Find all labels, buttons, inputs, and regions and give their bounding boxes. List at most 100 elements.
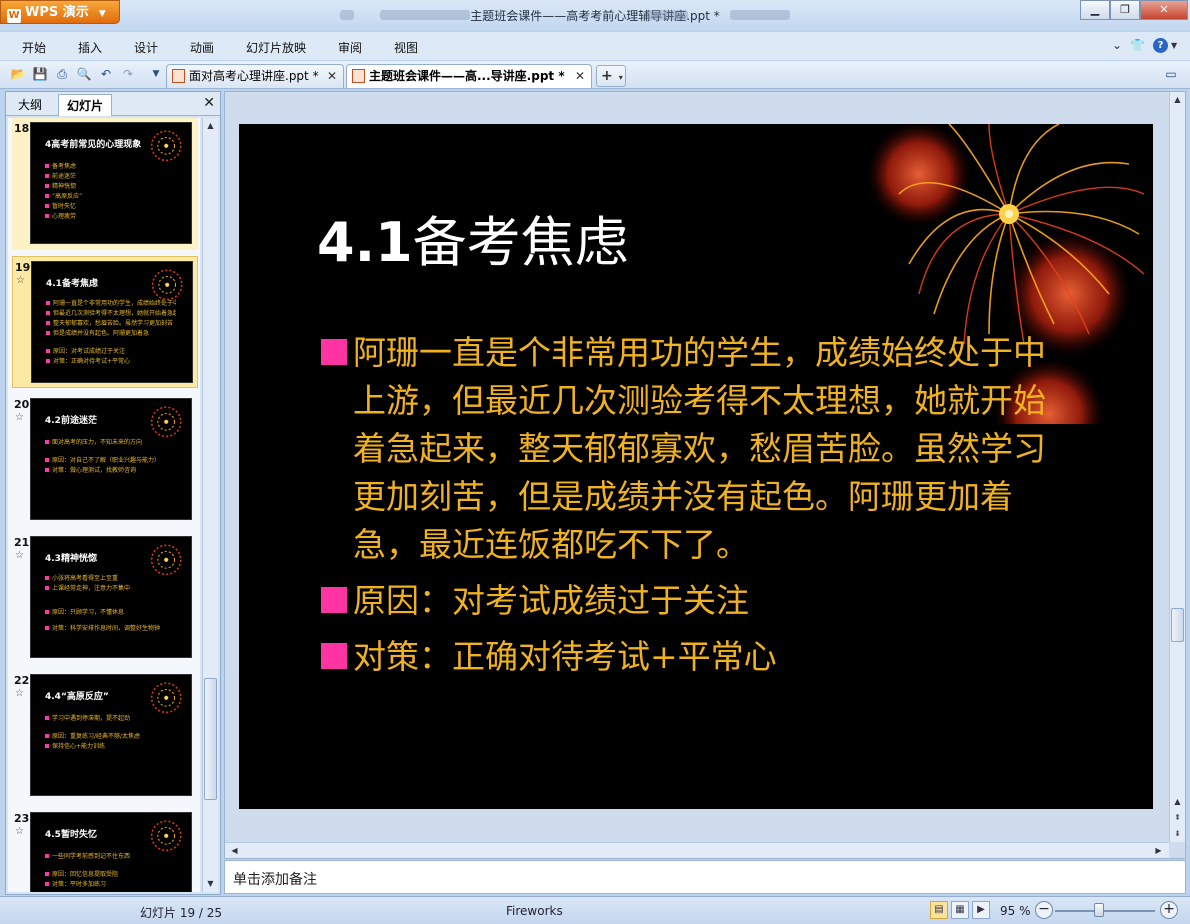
editor-horizontal-scrollbar[interactable]: ◀ ▶ (225, 842, 1169, 858)
scroll-down-icon[interactable]: ▼ (203, 876, 218, 891)
thumbnail-scrollbar[interactable]: ▲ ▼ (202, 118, 218, 892)
plus-icon: + (601, 68, 613, 84)
scroll-up-icon[interactable]: ▲ (1170, 92, 1185, 107)
bullet-cause: 原因：对考试成绩过于关注 (321, 577, 1051, 625)
scrollbar-thumb[interactable] (1171, 608, 1184, 642)
slide-sorter-button[interactable]: ▦ (951, 901, 969, 919)
tab-slides[interactable]: 幻灯片 (58, 94, 113, 116)
next-slide-icon[interactable]: ⇟ (1170, 826, 1185, 841)
title-bar: W WPS 演示 ▼ 主题班会课件——高考考前心理辅导讲座.ppt * ▁ ❐ ✕ (0, 0, 1190, 30)
scrollbar-thumb[interactable] (204, 678, 217, 800)
thumbnail-item[interactable]: 22 ☆ 4.4“高原反应” 学习中遇到停滞期，提不起劲 原因：重复练习/经典不… (12, 670, 198, 802)
thumbnail-title: 4.2前途迷茫 (45, 416, 97, 426)
chevron-down-icon: ▾ (618, 73, 623, 82)
minimize-icon: ▁ (1090, 3, 1100, 16)
maximize-button[interactable]: ❐ (1110, 0, 1140, 20)
save-icon[interactable]: 💾 (32, 66, 48, 82)
menu-item-insert[interactable]: 插入 (78, 39, 102, 56)
slide-title-text: 备考焦虑 (412, 211, 629, 274)
slide-thumbnail[interactable]: 4.3精神恍惚 小张将高考看得至上至重 上课经常走神，注意力不集中 原因：只顾学… (30, 536, 192, 658)
slide-thumbnail[interactable]: 4.1备考焦虑 阿珊一直是个非常用功的学生，成绩始终处于中上游 但最近几次测验考… (31, 261, 193, 383)
zoom-out-button[interactable]: − (1035, 901, 1053, 919)
editor-vertical-scrollbar[interactable]: ▲ ▲ ⇞ ⇟ (1169, 92, 1185, 842)
collapse-ribbon-icon[interactable]: ⌄ (1112, 38, 1122, 52)
document-tab-1[interactable]: 面对高考心理讲座.ppt * ✕ (166, 64, 344, 88)
animation-star-icon: ☆ (15, 412, 24, 423)
thumbnail-item[interactable]: 18 4高考前常见的心理现象 备考焦虑 前途迷茫 精神恍惚 “高原反应” 暂时失… (12, 118, 198, 250)
fireworks-icon (150, 544, 182, 576)
close-window-button[interactable]: ✕ (1140, 0, 1188, 20)
notes-pane[interactable]: 单击添加备注 (224, 860, 1186, 894)
normal-view-button[interactable]: ▤ (930, 901, 948, 919)
notes-placeholder: 单击添加备注 (233, 872, 317, 888)
menu-item-home[interactable]: 开始 (22, 39, 46, 56)
animation-star-icon: ☆ (15, 550, 24, 561)
ghost-text (648, 10, 688, 20)
fireworks-icon (150, 820, 182, 852)
thumbnail-line: 精神恍惚 (45, 181, 175, 190)
open-folder-icon[interactable]: 📂 (10, 66, 26, 82)
thumbnail-title: 4.3精神恍惚 (45, 554, 97, 564)
minus-icon: − (1038, 901, 1050, 917)
slide-thumbnail[interactable]: 4.2前途迷茫 面对高考的压力，不知未来的方向 原因：对自己不了解（职业兴趣与能… (30, 398, 192, 520)
bullet-strategy: 对策：正确对待考试+平常心 (321, 633, 1051, 681)
fireworks-icon (151, 269, 183, 301)
menu-item-view[interactable]: 视图 (394, 39, 418, 56)
help-icon[interactable]: ? (1153, 38, 1168, 53)
scroll-left-icon[interactable]: ◀ (227, 843, 242, 858)
slide-thumbnail[interactable]: 4.4“高原反应” 学习中遇到停滞期，提不起劲 原因：重复练习/经典不够/太焦虑… (30, 674, 192, 796)
close-icon: ✕ (1159, 3, 1169, 16)
zoom-in-button[interactable]: + (1160, 901, 1178, 919)
scroll-right-icon[interactable]: ▶ (1151, 843, 1166, 858)
thumbnail-item[interactable]: 23 ☆ 4.5暂时失忆 一些同学考前感到记不住东西 原因：回忆信息提取受阻 对… (12, 808, 198, 892)
tab-outline[interactable]: 大纲 (10, 94, 50, 116)
slide-thumbnail[interactable]: 4高考前常见的心理现象 备考焦虑 前途迷茫 精神恍惚 “高原反应” 暂时失忆 心… (30, 122, 192, 244)
print-preview-icon[interactable]: 🔍 (76, 66, 92, 82)
thumbnail-line: 原因：对自己不了解（职业兴趣与能力） (45, 455, 175, 464)
slideshow-button[interactable]: ▶ (972, 901, 990, 919)
current-slide[interactable]: 4.1备考焦虑 阿珊一直是个非常用功的学生，成绩始终处于中上游，但最近几次测验考… (239, 124, 1153, 809)
thumbnail-item[interactable]: 20 ☆ 4.2前途迷茫 面对高考的压力，不知未来的方向 原因：对自己不了解（职… (12, 394, 198, 526)
slide-body[interactable]: 阿珊一直是个非常用功的学生，成绩始终处于中上游，但最近几次测验考得不太理想，她就… (321, 329, 1051, 681)
document-tab-2[interactable]: 主题班会课件——高...导讲座.ppt * ✕ (346, 64, 592, 88)
zoom-slider-track[interactable] (1055, 910, 1155, 912)
thumbnail-number: 23 (14, 812, 30, 825)
window-layout-icon[interactable]: ▭ (1163, 66, 1179, 82)
thumbnail-item-selected[interactable]: 19 ☆ 4.1备考焦虑 阿珊一直是个非常用功的学生，成绩始终处于中上游 但最近… (12, 256, 198, 388)
previous-slide-icon[interactable]: ⇞ (1170, 810, 1185, 825)
scroll-up-icon[interactable]: ▲ (1170, 794, 1185, 809)
slide-thumbnail[interactable]: 4.5暂时失忆 一些同学考前感到记不住东西 原因：回忆信息提取受阻 对策：平时多… (30, 812, 192, 892)
menu-item-design[interactable]: 设计 (134, 39, 158, 56)
restore-icon: ❐ (1120, 3, 1130, 16)
slides-panel: 大纲 幻灯片 ✕ 18 4高考前常见的心理现象 备考焦虑 前途迷茫 精神恍惚 “… (5, 91, 221, 895)
zoom-slider-handle[interactable] (1094, 903, 1104, 917)
fireworks-icon (150, 682, 182, 714)
status-bar: 幻灯片 19 / 25 Fireworks ▤ ▦ ▶ 95 % − + (0, 896, 1190, 924)
close-panel-icon[interactable]: ✕ (203, 95, 215, 111)
scroll-up-icon[interactable]: ▲ (203, 118, 218, 133)
print-icon[interactable]: ⎙ (54, 66, 70, 82)
slide-title[interactable]: 4.1备考焦虑 (317, 198, 629, 277)
redo-icon[interactable]: ↷ (120, 66, 136, 82)
undo-icon[interactable]: ↶ (98, 66, 114, 82)
ppt-document-icon (172, 69, 185, 83)
thumbnail-line: 对策：做心理测试，找教师咨询 (45, 465, 175, 474)
ghost-text (730, 10, 790, 20)
close-tab-icon[interactable]: ✕ (575, 65, 585, 87)
thumbnail-line: 但是成绩并没有起色。阿珊更加着急 (46, 328, 176, 337)
thumbnail-line: 原因：回忆信息提取受阻 (45, 869, 175, 878)
thumbnail-item[interactable]: 21 ☆ 4.3精神恍惚 小张将高考看得至上至重 上课经常走神，注意力不集中 原… (12, 532, 198, 664)
thumbnail-line: 心理疲劳 (45, 211, 175, 220)
thumbnail-line: 暂时失忆 (45, 201, 175, 210)
menu-item-slideshow[interactable]: 幻灯片放映 (246, 39, 306, 56)
new-tab-button[interactable]: + ▾ (596, 65, 626, 87)
thumbnail-number: 20 (14, 398, 30, 411)
close-tab-icon[interactable]: ✕ (327, 65, 337, 87)
skin-icon[interactable]: 👕 (1130, 38, 1145, 52)
menu-item-animation[interactable]: 动画 (190, 39, 214, 56)
bullet-story: 阿珊一直是个非常用功的学生，成绩始终处于中上游，但最近几次测验考得不太理想，她就… (321, 329, 1051, 569)
minimize-button[interactable]: ▁ (1080, 0, 1110, 20)
menu-item-review[interactable]: 审阅 (338, 39, 362, 56)
customize-toolbar-icon[interactable]: ▼ (148, 66, 164, 82)
help-dropdown-icon[interactable]: ▼ (1171, 41, 1177, 50)
